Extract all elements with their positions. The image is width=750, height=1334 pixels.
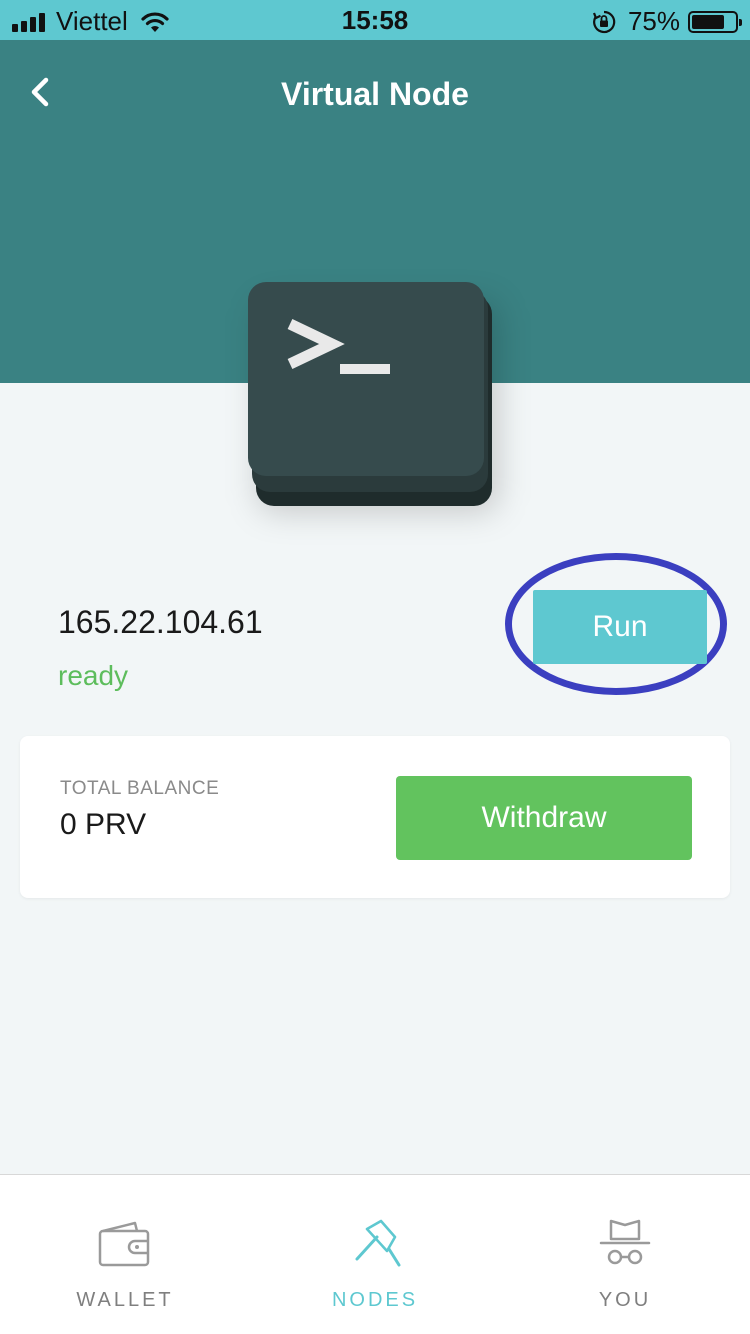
tab-wallet-label: WALLET	[76, 1289, 174, 1311]
balance-label: TOTAL BALANCE	[60, 778, 220, 799]
rotation-lock-icon	[592, 10, 616, 33]
withdraw-button[interactable]: Withdraw	[396, 776, 692, 860]
battery-percent: 75%	[627, 6, 680, 36]
terminal-icon	[248, 282, 500, 522]
battery-level	[692, 14, 724, 29]
balance-card: TOTAL BALANCE 0 PRV Withdraw	[20, 736, 730, 898]
tab-nodes[interactable]: NODES	[250, 1175, 500, 1334]
node-ip-address: 165.22.104.61	[58, 604, 263, 640]
status-bar: Viettel 15:58 75%	[0, 0, 750, 40]
tab-you-label: YOU	[598, 1289, 652, 1311]
tab-you[interactable]: YOU	[500, 1175, 750, 1334]
page-title: Virtual Node	[281, 76, 469, 112]
tab-wallet[interactable]: WALLET	[0, 1175, 250, 1334]
battery-icon	[688, 10, 742, 33]
node-status: ready	[58, 660, 129, 691]
run-button[interactable]: Run	[533, 590, 707, 664]
tab-nodes-label: NODES	[331, 1289, 419, 1311]
status-right: 75%	[592, 6, 742, 37]
terminal-prompt-glyph	[287, 319, 390, 374]
pickaxe-icon	[355, 1219, 401, 1267]
balance-value: 0 PRV	[60, 808, 147, 841]
wallet-icon	[98, 1221, 150, 1267]
incognito-icon	[599, 1219, 651, 1265]
tab-bar: WALLET NODES YOU	[0, 1174, 750, 1334]
